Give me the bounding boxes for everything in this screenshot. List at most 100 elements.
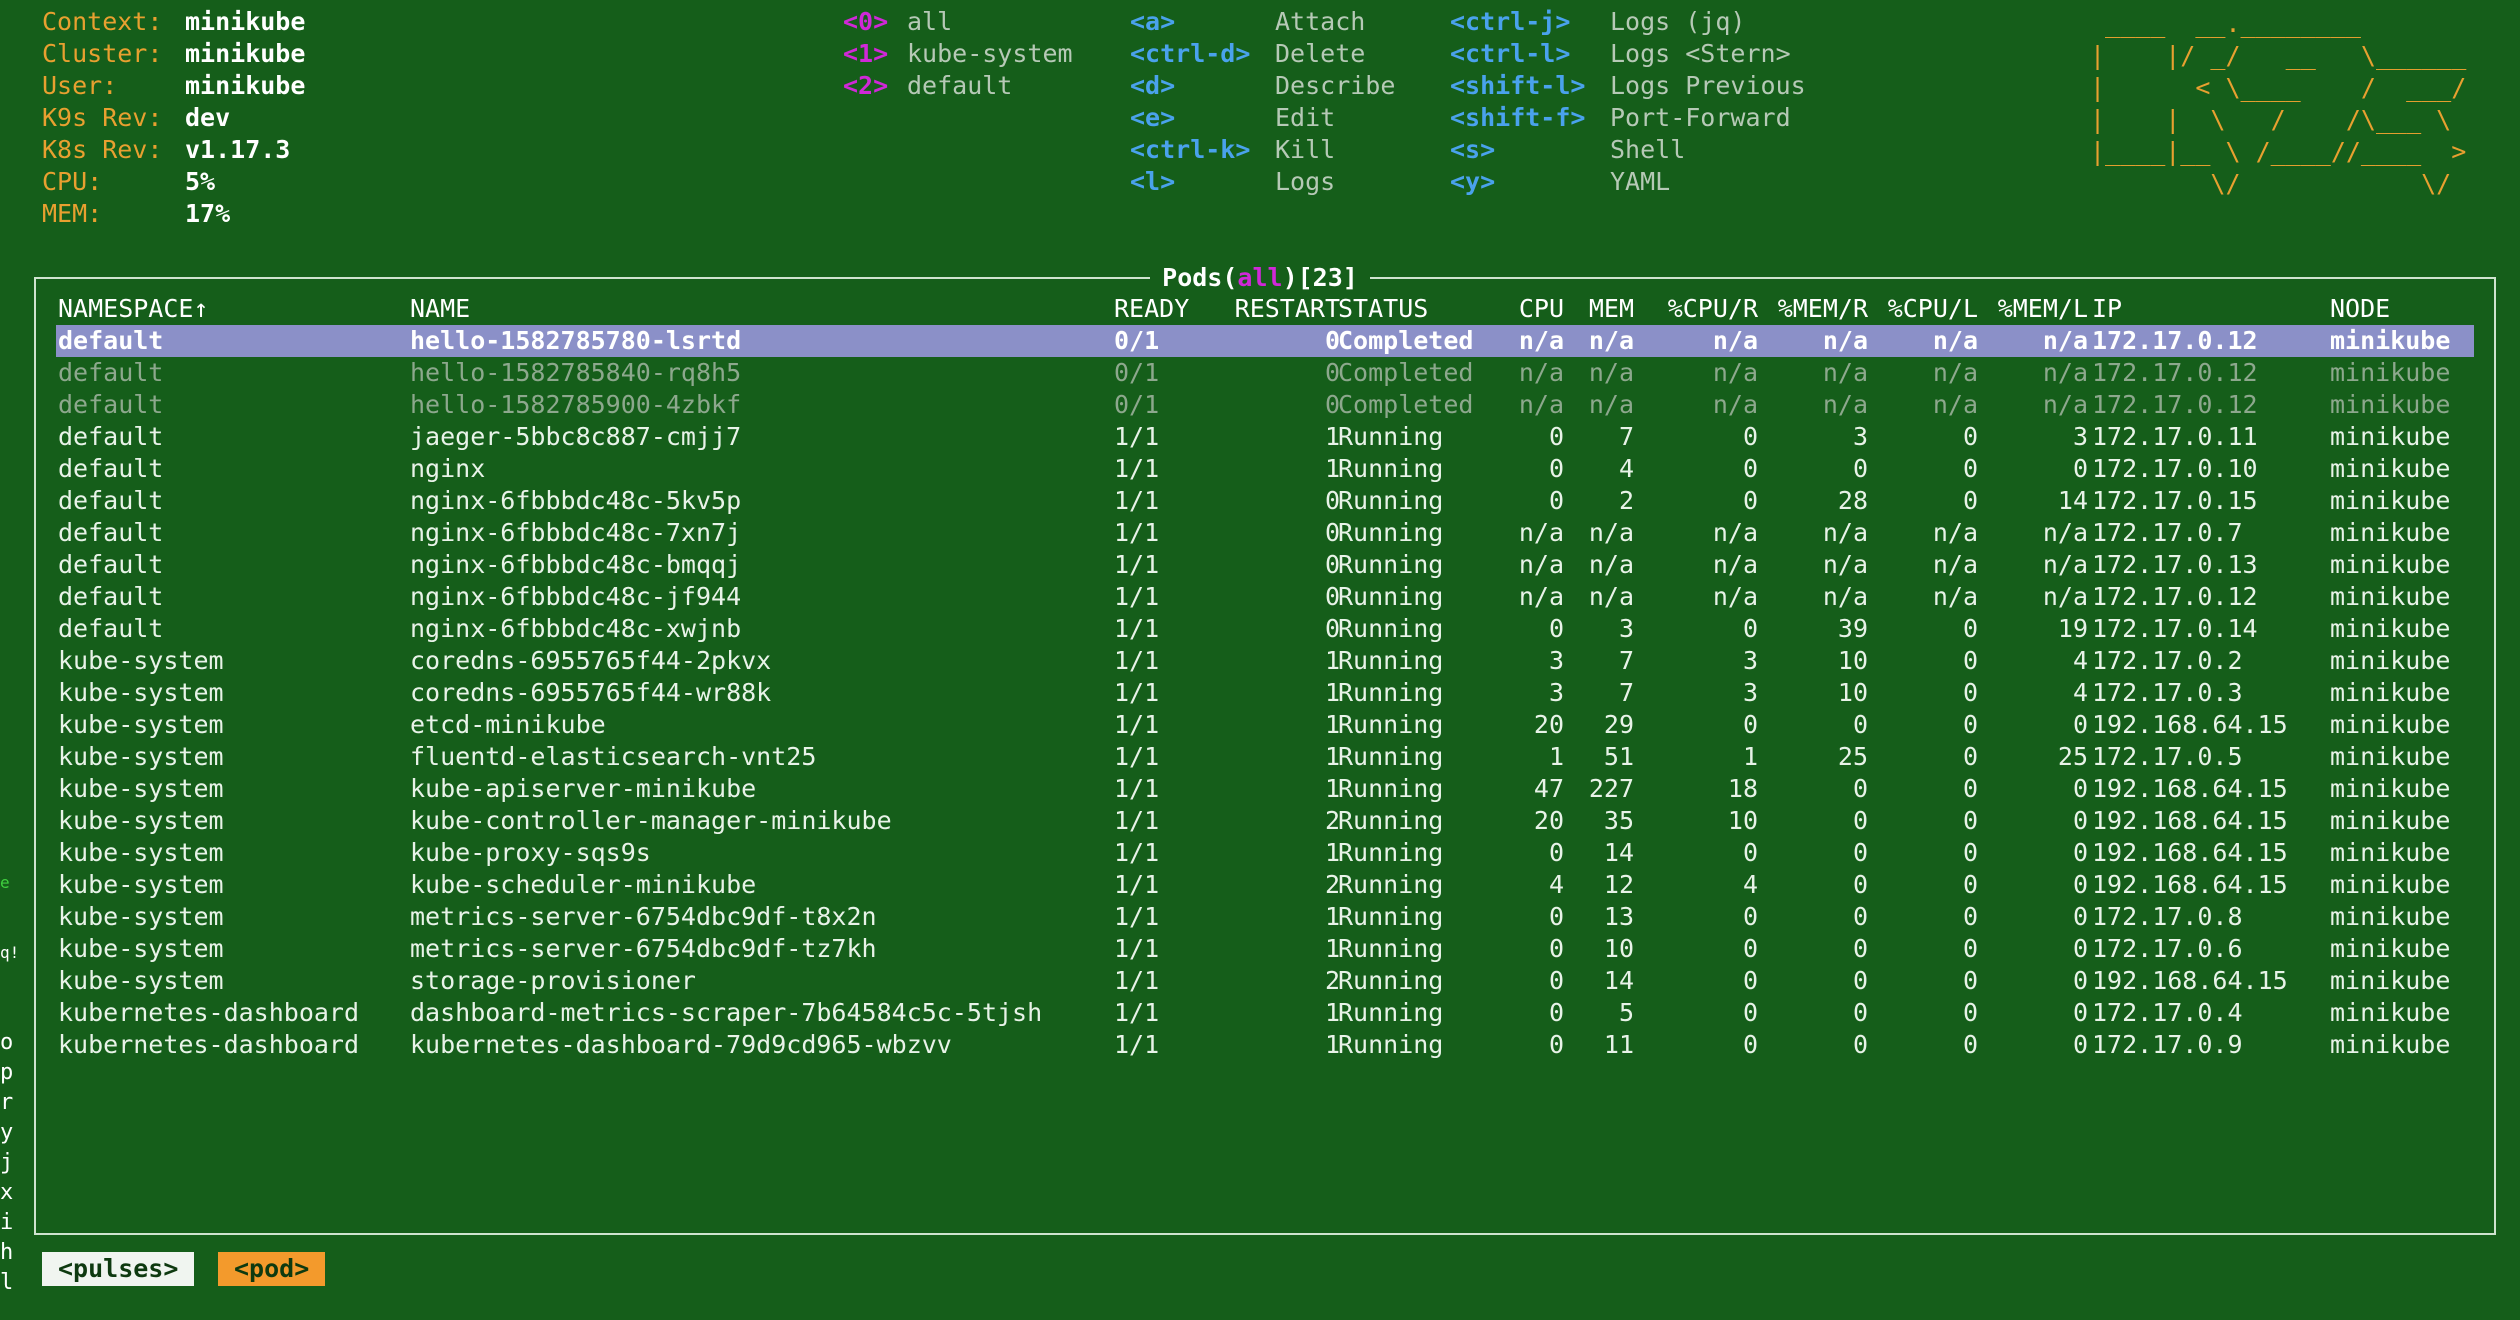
table-cell: 0 [1742,422,1758,451]
shortcut-item[interactable]: <s> Shell [1450,134,1685,166]
shortcut-item[interactable]: <d> Describe [1130,70,1395,102]
column-header[interactable]: STATUS [1338,293,1498,325]
table-row[interactable]: default hello-1582785780-lsrtd 0/1 0 Complet… [56,325,2474,357]
table-row[interactable]: default nginx-6fbbbdc48c-bmqqj 1/1 0 Running… [58,549,2478,581]
column-header[interactable]: %MEM/R [1758,293,1868,325]
table-cell: n/a [1588,358,1634,387]
table-row[interactable]: kube-system kube-proxy-sqs9s 1/1 1 Running 0 1… [58,837,2478,869]
shortcut-item[interactable]: <y> YAML [1450,166,1670,198]
shortcut-item[interactable]: <shift-l> Logs Previous [1450,70,1806,102]
table-row[interactable]: kubernetes-dashboard dashboard-metrics-sc… [58,997,2478,1029]
table-title: Pods(all)[23] [0,262,2520,294]
shortcut-item[interactable]: <shift-f> Port-Forward [1450,102,1791,134]
breadcrumb-pod[interactable]: <pod> [218,1252,326,1286]
table-cell: minikube [2330,326,2451,355]
logo-line: | | \ / /\___ \ [2090,105,2467,134]
table-cell: 172.17.0.8 [2092,902,2243,931]
table-cell: minikube [2330,806,2451,835]
cluster-info-label: User: [42,71,118,100]
table-row[interactable]: default jaeger-5bbc8c887-cmjj7 1/1 1 Running… [58,421,2478,453]
table-cell: Running [1338,710,1444,739]
shortcut-item[interactable]: <e> Edit [1130,102,1335,134]
table-cell: minikube [2330,774,2451,803]
table-cell: 0 [1962,646,1978,675]
table-cell: 0 [1548,454,1564,483]
table-cell: 3 [1548,678,1564,707]
table-cell: minikube [2330,390,2451,419]
shortcut-item[interactable]: <ctrl-j> Logs (jq) [1450,6,1745,38]
column-header[interactable]: MEM [1568,293,1634,325]
table-cell: minikube [2330,646,2451,675]
column-header[interactable]: %CPU/L [1868,293,1978,325]
table-row[interactable]: default nginx-6fbbbdc48c-7xn7j 1/1 0 Running… [58,517,2478,549]
namespace-name: kube-system [907,39,1073,68]
table-cell: 29 [1603,710,1634,739]
left-strip-char: h [0,1240,14,1265]
table-cell: 0 [1852,710,1868,739]
table-row[interactable]: default nginx 1/1 1 Running 0 4 0 0 0 0 172.17.0.10… [58,453,2478,485]
namespace-item[interactable]: <0> all [843,6,952,38]
breadcrumb-pulses[interactable]: <pulses> [42,1252,195,1286]
table-cell: 4 [2072,646,2088,675]
table-row[interactable]: kube-system kube-controller-manager-minik… [58,805,2478,837]
table-row[interactable]: kube-system storage-provisioner 1/1 2 Runnin… [58,965,2478,997]
table-cell: kube-controller-manager-minikube [410,806,892,835]
table-row[interactable]: kubernetes-dashboard kubernetes-dashboard… [58,1029,2478,1061]
column-header[interactable]: IP [2092,293,2332,325]
table-cell: nginx-6fbbbdc48c-7xn7j [410,518,742,547]
table-row[interactable]: default nginx-6fbbbdc48c-5kv5p 1/1 0 Running… [58,485,2478,517]
table-row[interactable]: default hello-1582785840-rq8h5 0/1 0 Complet… [58,357,2478,389]
table-row[interactable]: kube-system coredns-6955765f44-2pkvx 1/1 1 R… [58,645,2478,677]
shortcut-key: <s> [1450,135,1496,164]
table-cell: 1/1 [1114,742,1160,771]
table-cell: 10 [1837,678,1868,707]
column-header[interactable]: NAMESPACE↑ [58,293,388,325]
table-cell: 20 [1533,710,1564,739]
table-row[interactable]: kube-system metrics-server-6754dbc9df-t8x… [58,901,2478,933]
table-cell: 1 [1742,742,1758,771]
column-header[interactable]: CPU [1498,293,1564,325]
cluster-info-value: 5% [185,167,216,196]
column-header[interactable]: %MEM/L [1978,293,2088,325]
shortcut-key: <l> [1130,167,1176,196]
table-cell: 0 [1548,422,1564,451]
column-header[interactable]: %CPU/R [1638,293,1758,325]
column-header[interactable]: NAME [410,293,1090,325]
table-row[interactable]: kube-system metrics-server-6754dbc9df-tz7… [58,933,2478,965]
table-row[interactable]: kube-system coredns-6955765f44-wr88k 1/1 1 R… [58,677,2478,709]
cluster-info-label: Cluster: [42,39,163,68]
table-cell: minikube [2330,870,2451,899]
column-header[interactable]: NODE [2330,293,2480,325]
table-cell: n/a [1588,390,1634,419]
namespace-item[interactable]: <2> default [843,70,1012,102]
table-cell: hello-1582785780-lsrtd [410,326,742,355]
column-header[interactable]: RESTART [1210,293,1340,325]
table-row[interactable]: default nginx-6fbbbdc48c-jf944 1/1 0 Running… [58,581,2478,613]
table-row[interactable]: kube-system fluentd-elasticsearch-vnt25 1/… [58,741,2478,773]
shortcut-item[interactable]: <a> Attach [1130,6,1365,38]
column-header[interactable]: READY [1114,293,1204,325]
table-row[interactable]: default nginx-6fbbbdc48c-xwjnb 1/1 0 Running… [58,613,2478,645]
table-cell: 192.168.64.15 [2092,870,2288,899]
table-cell: 0 [1548,1030,1564,1059]
table-cell: 0 [1962,422,1978,451]
namespace-item[interactable]: <1> kube-system [843,38,1073,70]
shortcut-item[interactable]: <l> Logs [1130,166,1335,198]
table-cell: 0 [2072,870,2088,899]
table-row[interactable]: kube-system kube-scheduler-minikube 1/1 2 Ru… [58,869,2478,901]
shortcut-key: <ctrl-j> [1450,7,1571,36]
left-strip-char: p [0,1060,14,1085]
table-row[interactable]: kube-system kube-apiserver-minikube 1/1 1 Ru… [58,773,2478,805]
shortcut-item[interactable]: <ctrl-d> Delete [1130,38,1365,70]
table-row[interactable]: default hello-1582785900-4zbkf 0/1 0 Complet… [58,389,2478,421]
shortcut-action: Logs [1275,167,1336,196]
shortcut-item[interactable]: <ctrl-l> Logs <Stern> [1450,38,1791,70]
table-row[interactable]: kube-system etcd-minikube 1/1 1 Running 20 29 0… [58,709,2478,741]
table-cell: kube-system [58,806,224,835]
table-cell: kubernetes-dashboard [58,1030,360,1059]
table-cell: 0 [1962,934,1978,963]
table-cell: 1 [1324,774,1340,803]
shortcut-item[interactable]: <ctrl-k> Kill [1130,134,1335,166]
table-cell: n/a [1588,550,1634,579]
table-cell: 0 [1324,518,1340,547]
